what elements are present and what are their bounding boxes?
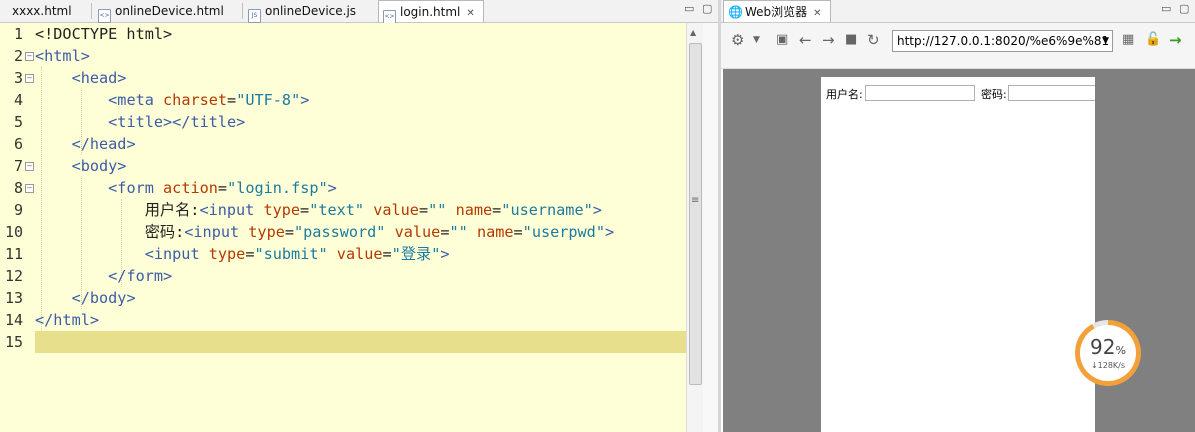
line-number: 13 [4,289,23,307]
globe-icon: 🌐 [728,5,743,19]
refresh-icon[interactable]: ↻ [867,31,880,49]
html-file-icon: <> [383,10,396,24]
editor-tab-bar: xxxx.html <> onlineDevice.html JS onlineDe… [0,0,718,24]
line-number: 11 [4,245,23,263]
password-label: 密码: [981,88,1007,101]
network-speed-gauge[interactable]: 92% ↓128K/s [1075,320,1141,386]
go-arrow-icon[interactable]: → [1169,31,1182,49]
code-line: <!DOCTYPE html> [35,25,173,43]
line-number: 1 [13,25,23,43]
line-number: 14 [4,311,23,329]
code-line: 密码:<input type="password" value="" name=… [144,223,615,241]
scrollbar-grip-icon: ≡ [691,195,700,206]
overview-ruler [703,23,718,432]
close-tab-icon[interactable]: ✕ [466,8,474,19]
line-number: 8 [13,179,23,197]
line-number: 6 [13,135,23,153]
tab-xxxx-html[interactable]: xxxx.html [0,0,86,22]
fold-toggle-icon[interactable]: − [25,52,34,61]
chevron-down-icon[interactable]: ▼ [753,31,760,49]
rendered-page: 用户名: 密码: [821,77,1095,432]
line-number: 2 [13,47,23,65]
fold-toggle-icon[interactable]: − [25,184,34,193]
current-code-line [35,331,686,353]
code-line: <html> [35,47,90,65]
fold-toggle-icon[interactable]: − [25,74,34,83]
code-line: 用户名:<input type="text" value="" name="us… [144,201,602,219]
line-number: 3 [13,69,23,87]
code-line: </html> [35,311,100,329]
minimize-icon[interactable]: ▭ [1161,2,1171,15]
code-line: <title></title> [108,113,246,131]
code-editor[interactable]: 1 2 − 3 − 4 5 6 7 − 8 − 9 10 11 12 13 14… [0,23,686,432]
url-input[interactable]: http://127.0.0.1:8020/%e6%9e%81 ▼ [892,30,1113,52]
code-line: </body> [71,289,136,307]
line-number: 4 [13,91,23,109]
code-line: <input type="submit" value="登录"> [144,245,450,263]
line-number-gutter: 1 2 − 3 − 4 5 6 7 − 8 − 9 10 11 12 13 14… [0,23,35,432]
html-file-icon: <> [98,9,111,23]
tab-onlinedevice-js[interactable]: JS onlineDevice.js [248,0,376,23]
tab-web-browser[interactable]: 🌐 Web浏览器 ✕ [723,0,831,22]
forward-arrow-icon[interactable]: → [822,31,835,49]
username-input[interactable] [865,85,975,101]
browser-tab-bar: 🌐 Web浏览器 ✕ ▭ ▢ [721,0,1195,23]
tab-onlinedevice-html[interactable]: <> onlineDevice.html [98,0,240,23]
qr-code-icon[interactable]: ▦ [1122,31,1134,49]
line-number: 15 [4,333,23,351]
lock-icon[interactable]: 🔓 [1145,31,1161,49]
fold-toggle-icon[interactable]: − [25,162,34,171]
gauge-face: 92% ↓128K/s [1080,325,1136,381]
maximize-icon[interactable]: ▢ [1179,2,1189,15]
username-label: 用户名: [826,88,863,101]
scrollbar-thumb[interactable] [689,43,702,385]
minimize-icon[interactable]: ▭ [684,2,694,15]
gauge-speed: ↓128K/s [1090,361,1126,370]
tab-separator [242,3,243,19]
tab-login-html[interactable]: <> login.html ✕ [378,0,484,24]
line-number: 7 [13,157,23,175]
console-icon[interactable]: ▣ [776,31,788,49]
back-arrow-icon[interactable]: ← [799,31,812,49]
close-tab-icon[interactable]: ✕ [813,8,821,19]
editor-scrollbar[interactable]: ▲ ≡ [686,23,704,432]
line-number: 5 [13,113,23,131]
line-number: 9 [13,201,23,219]
browser-toolbar: ⚙ ▼ ▣ ← → ■ ↻ http://127.0.0.1:8020/%e6%… [721,23,1195,69]
chevron-down-icon[interactable]: ▼ [1102,31,1109,51]
code-line: <meta charset="UTF-8"> [108,91,310,109]
code-line: <head> [71,69,127,87]
stop-icon[interactable]: ■ [845,31,857,49]
code-line: </form> [108,267,173,285]
maximize-icon[interactable]: ▢ [702,2,712,15]
js-file-icon: JS [248,9,261,23]
code-line: <body> [71,157,127,175]
scroll-up-icon[interactable]: ▲ [690,28,696,37]
gear-icon[interactable]: ⚙ [731,31,744,49]
line-number: 10 [4,223,23,241]
tab-separator [91,3,92,19]
line-number: 12 [4,267,23,285]
code-line: <form action="login.fsp"> [108,179,337,197]
password-input[interactable] [1008,85,1095,101]
code-line: </head> [71,135,136,153]
code-area[interactable]: <!DOCTYPE html> <html> <head> <meta char… [35,23,686,432]
gauge-percent: 92% [1090,335,1126,359]
